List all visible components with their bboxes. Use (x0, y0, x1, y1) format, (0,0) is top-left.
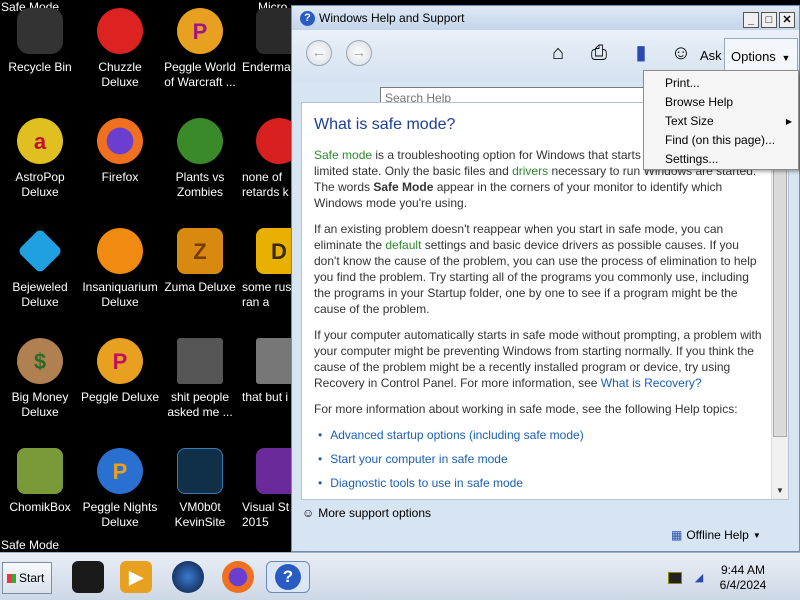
default-link[interactable]: default (385, 238, 421, 252)
desktop-icon-firefox[interactable]: Firefox (80, 118, 160, 185)
window-titlebar[interactable]: ? Windows Help and Support _ □ ✕ (292, 6, 799, 30)
taskbar-globe[interactable] (172, 561, 204, 593)
taskbar-help-support[interactable]: ? (266, 561, 310, 593)
book-icon: ▮ (635, 42, 647, 64)
desktop-icon-bejeweled[interactable]: Bejeweled Deluxe (0, 228, 80, 310)
more-support-label: More support options (318, 506, 431, 520)
more-support-options[interactable]: ☺ More support options (302, 506, 431, 520)
menu-item-browse-help[interactable]: Browse Help (644, 93, 798, 112)
play-icon: ▶ (129, 566, 143, 587)
help-topic-link[interactable]: Advanced startup options (including safe… (318, 427, 764, 443)
forward-button[interactable]: → (346, 40, 372, 66)
desktop-icon-chuzzle[interactable]: Chuzzle Deluxe (80, 8, 160, 90)
desktop-icon-peggle-wow[interactable]: P Peggle World of Warcraft ... (160, 8, 240, 90)
recycle-bin-icon (17, 8, 63, 54)
taskbar-media-player[interactable]: ▶ (120, 561, 152, 593)
peggle-wow-icon: P (177, 8, 223, 54)
taskbar-firefox[interactable] (222, 561, 254, 593)
firefox-icon (97, 118, 143, 164)
menu-item-text-size[interactable]: Text Size ▶ (644, 112, 798, 131)
people-icon: ☺ (670, 42, 692, 64)
menu-item-find[interactable]: Find (on this page)... (644, 131, 798, 150)
start-label: Start (19, 571, 45, 585)
desktop-icon-insaniquarium[interactable]: Insaniquarium Deluxe (80, 228, 160, 310)
taskbar: Start ▶ ? ◢ 9:44 AM 6/4/2024 (0, 552, 800, 600)
desktop-icon-chomikbox[interactable]: ChomikBox (0, 448, 80, 515)
help-topic-link[interactable]: Diagnostic tools to use in safe mode (318, 475, 764, 491)
printer-icon: ⎙ (591, 42, 607, 64)
desktop-icon-astropop[interactable]: a AstroPop Deluxe (0, 118, 80, 200)
what-is-recovery-link[interactable]: What is Recovery? (601, 376, 702, 390)
peggle-nights-icon: P (97, 448, 143, 494)
arrow-left-icon: ← (311, 44, 327, 61)
article-paragraph-3: If your computer automatically starts in… (314, 327, 764, 391)
help-topics-list: Advanced startup options (including safe… (318, 427, 764, 491)
offline-help-button[interactable]: ▦ Offline Help ▼ (671, 528, 761, 542)
browse-help-button[interactable]: ▮ (628, 40, 654, 66)
vm0b0t-icon (177, 448, 223, 494)
chevron-down-icon: ▼ (752, 530, 761, 540)
windows-flag-icon (7, 573, 16, 583)
window-title: Windows Help and Support (319, 11, 465, 25)
ask-button[interactable]: ☺ (668, 40, 694, 66)
maximize-button[interactable]: □ (761, 12, 777, 28)
back-button[interactable]: ← (306, 40, 332, 66)
astropop-icon: a (17, 118, 63, 164)
safe-mode-link[interactable]: Safe mode (314, 148, 372, 162)
clock-time: 9:44 AM (720, 563, 766, 577)
clock-date: 6/4/2024 (719, 578, 767, 592)
help-question-icon: ? (300, 10, 315, 26)
chuzzle-icon (97, 8, 143, 54)
zuma-icon: Z (177, 228, 223, 274)
offline-help-icon: ▦ (671, 528, 683, 542)
menu-item-settings[interactable]: Settings... (644, 150, 798, 169)
big-money-icon: $ (17, 338, 63, 384)
desktop-icon-folder[interactable]: shit people asked me ... (160, 338, 240, 420)
article-paragraph-4: For more information about working in sa… (314, 402, 738, 416)
desktop-icon-recycle-bin[interactable]: Recycle Bin (0, 8, 80, 75)
arrow-right-icon: → (351, 44, 367, 61)
chomikbox-icon (17, 448, 63, 494)
options-label: Options (731, 49, 776, 64)
help-question-icon: ? (275, 564, 301, 590)
tray-battery-icon[interactable] (668, 572, 682, 584)
submenu-arrow-icon: ▶ (785, 117, 792, 126)
minimize-button[interactable]: _ (743, 12, 759, 28)
article-paragraph-2: If an existing problem doesn't reappear … (314, 221, 764, 317)
text-size-label: Text Size (665, 114, 714, 128)
tray-network-icon[interactable]: ◢ (692, 572, 706, 584)
peggle-deluxe-icon: P (97, 338, 143, 384)
bejeweled-icon (17, 228, 63, 274)
desktop-icon-peggle-nights[interactable]: P Peggle Nights Deluxe (80, 448, 160, 530)
taskbar-clock[interactable]: 9:44 AM 6/4/2024 (710, 563, 776, 593)
plants-vs-zombies-icon (177, 118, 223, 164)
p1-bold: Safe Mode (373, 180, 434, 194)
support-people-icon: ☺ (302, 506, 315, 520)
desktop-icon-vm0b0t[interactable]: VM0b0t KevinSite (160, 448, 240, 530)
insaniquarium-icon (97, 228, 143, 274)
desktop-icon-zuma[interactable]: Z Zuma Deluxe (160, 228, 240, 295)
desktop-icon-peggle-deluxe[interactable]: P Peggle Deluxe (80, 338, 160, 405)
folder-icon (177, 338, 223, 384)
help-article: What is safe mode? Safe mode is a troubl… (314, 117, 764, 499)
safe-mode-label-bottom: Safe Mode (1, 538, 60, 552)
options-menu: Print... Browse Help Text Size ▶ Find (on… (643, 70, 799, 170)
help-topic-link[interactable]: Start your computer in safe mode (318, 451, 764, 467)
window-controls: _ □ ✕ (743, 12, 795, 28)
desktop-icon-plants-vs-zombies[interactable]: Plants vs Zombies (160, 118, 240, 200)
drivers-link[interactable]: drivers (512, 164, 548, 178)
chevron-down-icon: ▼ (781, 53, 791, 63)
close-button[interactable]: ✕ (779, 12, 795, 28)
print-button[interactable]: ⎙ (586, 40, 612, 66)
offline-help-label: Offline Help (686, 528, 749, 542)
options-button[interactable]: Options ▼ (724, 38, 798, 74)
home-icon: ⌂ (551, 42, 565, 64)
desktop-icon-big-money[interactable]: $ Big Money Deluxe (0, 338, 80, 420)
start-button[interactable]: Start (2, 562, 52, 594)
scroll-down-icon[interactable]: ▼ (773, 484, 787, 498)
taskbar-app-1[interactable] (72, 561, 104, 593)
ask-label[interactable]: Ask (700, 48, 722, 63)
menu-item-print[interactable]: Print... (644, 74, 798, 93)
help-home-button[interactable]: ⌂ (545, 40, 571, 66)
